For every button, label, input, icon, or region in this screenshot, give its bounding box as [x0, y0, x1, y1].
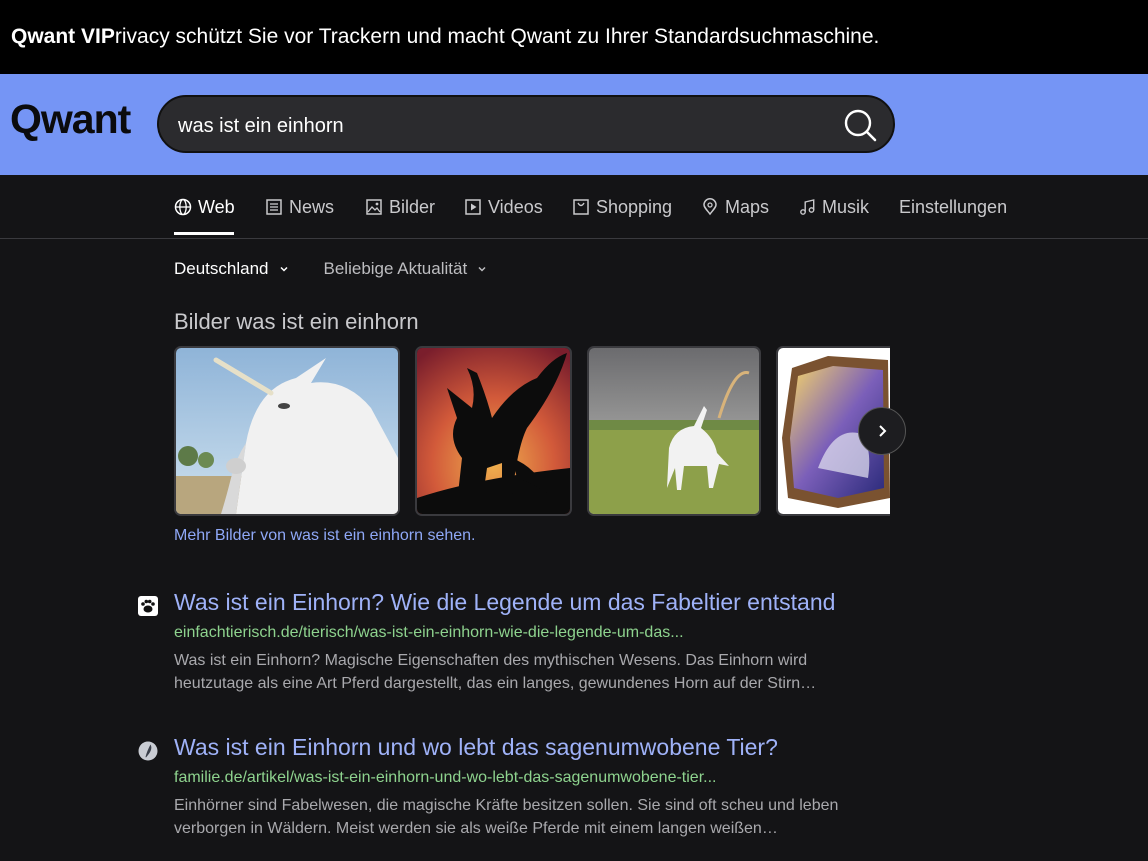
- qwant-logo[interactable]: Qwant: [10, 96, 131, 143]
- filter-bar: Deutschland Beliebige Aktualität: [174, 259, 488, 279]
- tab-web[interactable]: Web: [174, 195, 235, 219]
- region-filter[interactable]: Deutschland: [174, 259, 290, 279]
- filter-label: Deutschland: [174, 259, 269, 278]
- search-box: [157, 95, 895, 153]
- image-icon: [366, 199, 382, 215]
- result-description: Was ist ein Einhorn? Magische Eigenschaf…: [174, 652, 817, 692]
- vertical-tabs: Web News Bilder Videos Shopping Maps Mus…: [0, 175, 1148, 239]
- result-url[interactable]: einfachtierisch.de/tierisch/was-ist-ein-…: [174, 624, 684, 642]
- tab-maps[interactable]: Maps: [701, 195, 769, 219]
- images-section-title: Bilder was ist ein einhorn: [174, 309, 419, 334]
- search-button[interactable]: [841, 106, 879, 144]
- tab-label: News: [289, 196, 335, 217]
- tab-bilder[interactable]: Bilder: [365, 195, 435, 219]
- tab-label: Bilder: [389, 196, 436, 217]
- banner-brand: Qwant VIP: [11, 25, 115, 48]
- tab-videos[interactable]: Videos: [464, 195, 543, 219]
- filter-label: Beliebige Aktualität: [323, 259, 468, 278]
- tab-label: Einstellungen: [899, 196, 1008, 217]
- tab-label: Musik: [822, 196, 870, 217]
- search-input[interactable]: [176, 111, 820, 141]
- tab-label: Maps: [725, 196, 770, 217]
- site-favicon: [138, 596, 158, 616]
- bag-icon: [573, 199, 589, 215]
- date-filter[interactable]: Beliebige Aktualität: [324, 259, 489, 279]
- paw-icon: [138, 596, 158, 616]
- search-icon: [844, 109, 877, 142]
- carousel-next-button[interactable]: [858, 407, 906, 455]
- tab-label: Web: [198, 196, 235, 217]
- tab-label: Videos: [488, 196, 543, 217]
- tab-news[interactable]: News: [265, 195, 334, 219]
- pin-icon: [703, 198, 717, 216]
- image-thumbnail[interactable]: [415, 346, 572, 516]
- tab-label: Shopping: [596, 196, 673, 217]
- globe-icon: [174, 198, 192, 216]
- active-tab-indicator: [174, 232, 234, 235]
- site-favicon: [138, 741, 158, 761]
- banner-message: rivacy schützt Sie vor Trackern und mach…: [114, 25, 880, 48]
- play-icon: [465, 199, 481, 215]
- result-title-link[interactable]: Was ist ein Einhorn? Wie die Legende um …: [174, 589, 835, 616]
- result-title-link[interactable]: Was ist ein Einhorn und wo lebt das sage…: [174, 734, 778, 761]
- music-icon: [800, 199, 815, 215]
- image-thumbnail[interactable]: [587, 346, 761, 516]
- feather-icon: [138, 741, 158, 761]
- tab-shopping[interactable]: Shopping: [572, 195, 672, 219]
- result-url[interactable]: familie.de/artikel/was-ist-ein-einhorn-u…: [174, 769, 716, 787]
- newspaper-icon: [266, 199, 282, 215]
- image-thumbnail[interactable]: [174, 346, 400, 516]
- more-images-link[interactable]: Mehr Bilder von was ist ein einhorn sehe…: [174, 527, 476, 545]
- chevron-down-icon: [279, 266, 288, 272]
- chevron-down-icon: [478, 266, 486, 272]
- promo-banner: Qwant VIP rivacy schützt Sie vor Trackern…: [0, 0, 1148, 74]
- tab-musik[interactable]: Musik: [798, 195, 869, 219]
- tab-einstellungen[interactable]: Einstellungen: [899, 195, 1007, 219]
- result-description: Einhörner sind Fabelwesen, die magische …: [174, 797, 839, 837]
- chevron-right-icon: [879, 425, 887, 437]
